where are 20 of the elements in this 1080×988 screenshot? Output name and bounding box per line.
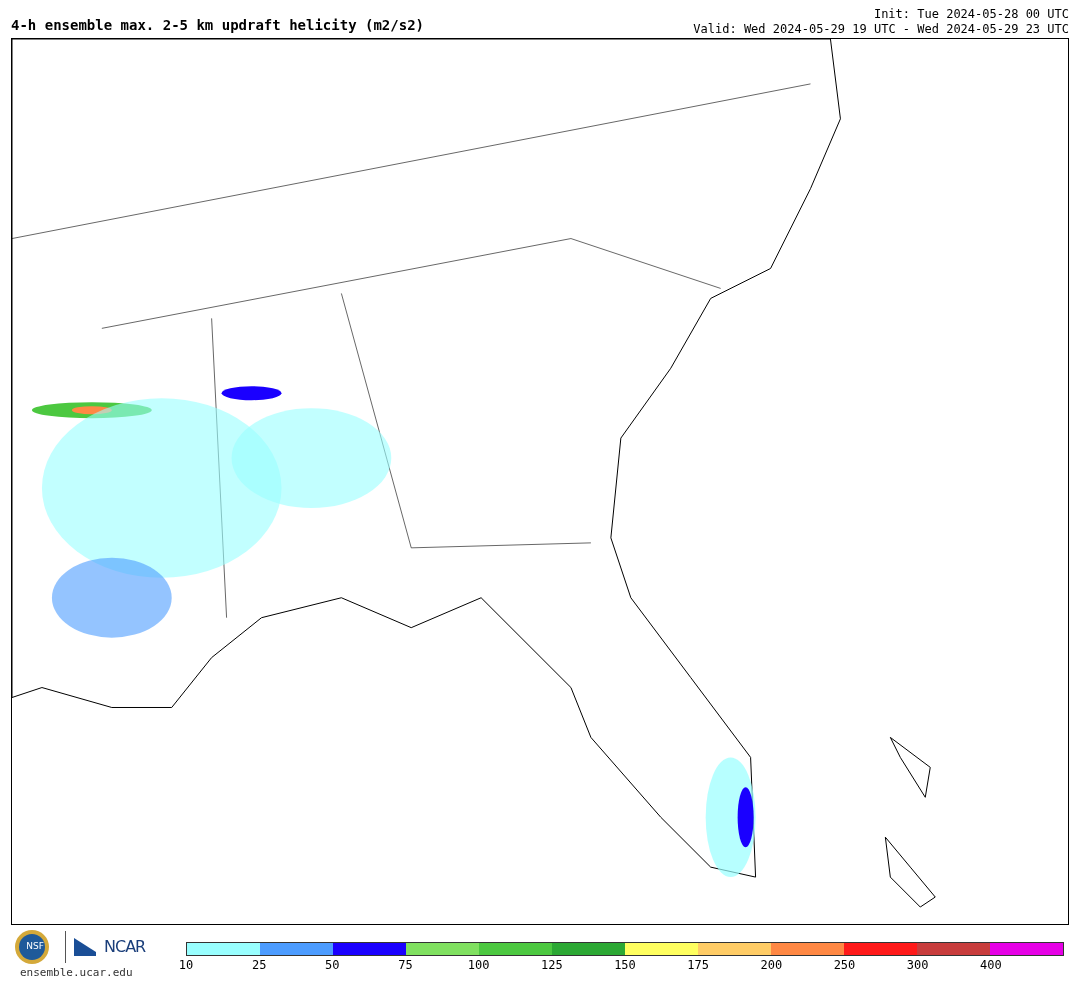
triangle-logo-icon <box>74 938 96 956</box>
scale-label: 125 <box>541 957 563 974</box>
scale-label: 25 <box>251 957 267 974</box>
scale-label: 150 <box>614 957 636 974</box>
init-time: Init: Tue 2024-05-28 00 UTC <box>872 7 1069 22</box>
logo-text: NCAR <box>104 936 146 958</box>
scale-label: 50 <box>325 957 340 974</box>
website-url: ensemble.ucar.edu <box>20 965 134 981</box>
valid-time: Valid: Wed 2024-05-29 19 UTC - Wed 2024-05-29 23 UTC <box>693 22 1069 37</box>
logo-text: NSF <box>25 940 45 954</box>
scale-label: 10 <box>178 957 194 974</box>
scale-label: 250 <box>833 957 856 974</box>
scale-label: 100 <box>467 957 490 974</box>
scale-label: 175 <box>687 957 709 974</box>
chart-title: 4-h ensemble max. 2-5 km updraft helicity (m2/s2) <box>11 16 424 35</box>
scale-label: 400 <box>980 957 1002 974</box>
scale-label: 300 <box>906 957 929 974</box>
globe-logo-icon <box>14 929 50 965</box>
scale-label: 75 <box>398 957 413 974</box>
scale-label: 200 <box>760 957 783 974</box>
